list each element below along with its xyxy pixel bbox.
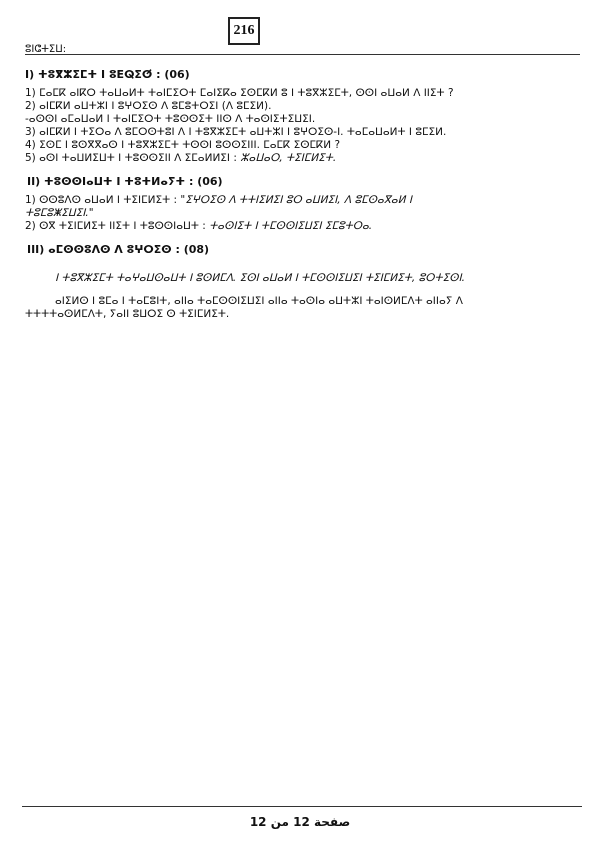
section-2-line-3-text: 2) ⵙⴳ ⵜⵉⵏⵎⵍⵉⵜ ⵏⵏⵉⵜ ⵏ ⵜⵓⵙⵙⵏⴰⵡⵜ :	[25, 220, 210, 232]
section-1-line-3: -ⴰⵙⵙⵏ ⴰⵎⴰⵡⴰⵍ ⵏ ⵜⴰⵏⵎⵉⵔⵜ ⵜⵓⵙⵙⵉⵜ ⵏⵏⵙ ⴷ ⵜⴰⵙⵏ…	[25, 113, 316, 125]
section-2-line-1-text: 1) ⵙⵙⵓⴷⵙ ⴰⵡⴰⵍ ⵏ ⵜⵉⵏⵎⵍⵉⵜ :	[25, 194, 181, 206]
page-footer: صفحة 12 من 12	[249, 815, 351, 829]
section-1-line-6-text: 5) ⴰⵙⵏ ⵜⴰⵡⵍⵉⵡⵜ ⵏ ⵜⵓⵙⵙⵉⵏⵏ ⴷ ⵉⵎⴰⵍⵍⵉⵏ :	[25, 152, 241, 164]
section-1-line-1: 1) ⵎⴰⵎⴽ ⴰⵏⴽⵔ ⵜⴰⵡⴰⵍⵜ ⵜⴰⵏⵎⵉⵔⵜ ⵎⴰⵏⵉⴽⴰ ⵉⵙⵎⴽⵍ…	[25, 87, 454, 99]
section-2-line-3-tail: ⵜⴰⵙⵏⵉⵜ ⵏ ⵜⵎⵙⵙⵏⵉⵡⵉⵏ ⵉⵎⵓⵜⵔⴰ.	[209, 220, 373, 232]
bottom-divider	[22, 806, 582, 807]
section-3-paragraph-2: ⴰⵏⵉⵍⵙ ⵏ ⵓⵎⴰ ⵏ ⵜⴰⵎⵓⵏⵜ, ⴰⵏⵏⴰ ⵜⴰⵎⵙⵙⵏⵉⵡⵉⵏ ⴰⵏ…	[55, 295, 463, 307]
section-2-line-2: ⵜⵓⵎⵓⵥⵉⵡⵉⵏ."	[25, 207, 585, 220]
section-1-line-5: 4) ⵉⵙⵎ ⵏ ⵓⵙⴳⴳⴰⵙ ⵏ ⵜⵓⴳⵣⵉⵎⵜ ⵜⵙⵙⵏ ⵓⵙⵙⵉⵏⵏⵏ. …	[25, 139, 341, 151]
section-2-line-1: 1) ⵙⵙⵓⴷⵙ ⴰⵡⴰⵍ ⵏ ⵜⵉⵏⵎⵍⵉⵜ : "ⵉⵖⵔⵉⵙ ⴷ ⵜⵜⵏⵉⵍ…	[25, 194, 585, 207]
section-1-line-6-tail: ⵣⴰⵡⴰⵔ, ⵜⵉⵏⵎⵍⵉⵜ.	[240, 152, 337, 164]
section-1-line-4: 3) ⴰⵏⵎⴽⵍ ⵏ ⵜⵉⵔⴰ ⴷ ⵓⵎⵔⵙⵜⵓⵏ ⴷ ⵏ ⵜⵓⴳⵣⵉⵎⵜ ⴰⵡ…	[25, 126, 447, 138]
exam-content: I) ⵜⵓⴳⵣⵉⵎⵜ ⵏ ⵓⴹⵕⵉⵚ : (06) 1) ⵎⴰⵎⴽ ⴰⵏⴽⵔ ⵜ…	[25, 68, 585, 321]
section-3-title: III) ⴰⵎⵙⵙⵓⴷⵙ ⴷ ⵓⵖⵔⵉⵙ : (08)	[27, 243, 210, 256]
page-number: 216	[228, 17, 260, 45]
section-1-line-6: 5) ⴰⵙⵏ ⵜⴰⵡⵍⵉⵡⵜ ⵏ ⵜⵓⵙⵙⵉⵏⵏ ⴷ ⵉⵎⴰⵍⵍⵉⵏ : ⵣⴰⵡ…	[25, 152, 585, 165]
section-1-title: I) ⵜⵓⴳⵣⵉⵎⵜ ⵏ ⵓⴹⵕⵉⵚ : (06)	[25, 68, 190, 81]
section-3-paragraph-3: ⵜⵜⵜⵜⴰⵙⵍⵎⴷⵜ, ⵢⴰⵏⵏ ⵓⵡⵔⵉ ⵙ ⵜⵉⵏⵎⵍⵉⵜ.	[25, 308, 230, 320]
section-3-paragraph-1: ⵏ ⵜⵓⴳⵣⵉⵎⵜ ⵜⴰⵖⴰⵡⵙⴰⵡⵜ ⵏ ⵓⵙⵍⵎⴷ. ⵉⵙⵏ ⴰⵡⴰⵍ ⵏ …	[55, 272, 465, 284]
section-1-line-2: 2) ⴰⵏⵎⴽⵍ ⴰⵡⵜⵣⵏ ⵏ ⵓⵖⵔⵉⵙ ⴷ ⵓⵎⵓⵜⵔⵉⵏ (ⴷ ⵓⵎⵉⵍ…	[25, 100, 272, 112]
section-2-line-2-tail: ⵜⵓⵎⵓⵥⵉⵡⵉⵏ."	[25, 207, 94, 219]
section-2-title: II) ⵜⵓⵙⵙⵏⴰⵡⵜ ⵏ ⵜⵓⵜⵍⴰⵢⵜ : (06)	[27, 175, 223, 188]
section-2-line-3: 2) ⵙⴳ ⵜⵉⵏⵎⵍⵉⵜ ⵏⵏⵉⵜ ⵏ ⵜⵓⵙⵙⵏⴰⵡⵜ : ⵜⴰⵙⵏⵉⵜ ⵏ…	[25, 220, 585, 233]
top-divider	[25, 54, 580, 55]
section-2-line-1-tail: "ⵉⵖⵔⵉⵙ ⴷ ⵜⵜⵏⵉⵍⵉⵏ ⵓⵔ ⴰⵡⵍⵉⵏ, ⴷ ⵓⵎⵙⴰⴳⴰⵍ ⵏ	[180, 194, 412, 206]
